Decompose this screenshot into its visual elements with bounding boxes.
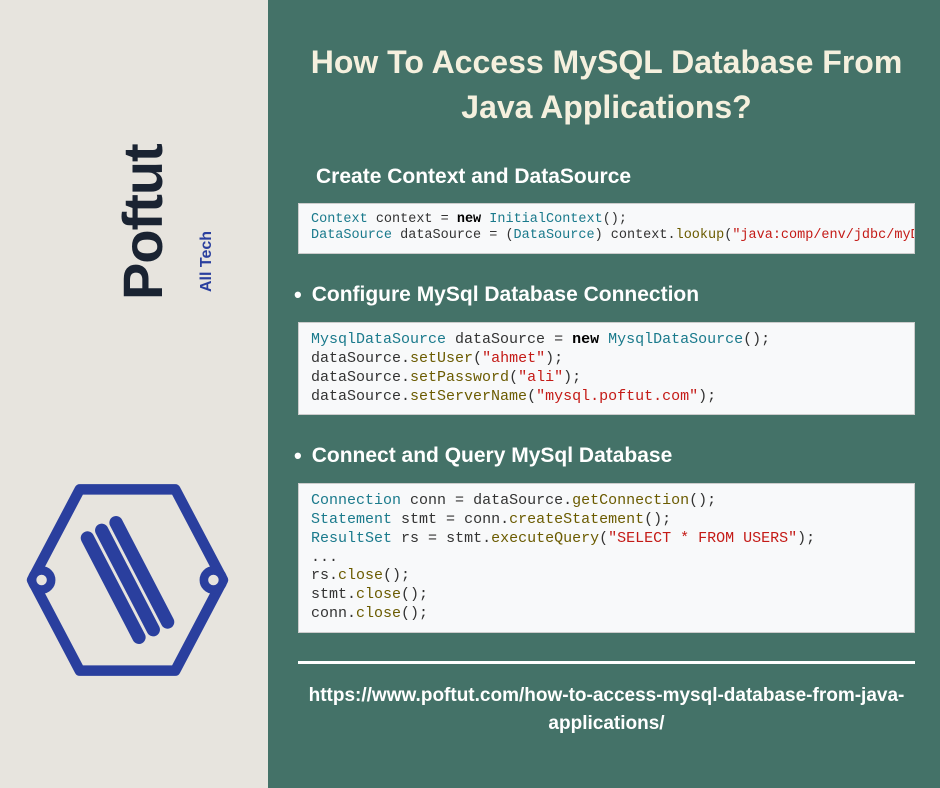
code-block: MysqlDataSource dataSource = new MysqlDa… bbox=[298, 322, 915, 415]
code-block: Context context = new InitialContext(); … bbox=[298, 203, 915, 255]
page-title: How To Access MySQL Database From Java A… bbox=[298, 40, 915, 130]
footer-divider bbox=[298, 661, 915, 664]
brand-tagline: All Tech bbox=[198, 231, 216, 292]
section-heading: Configure MySql Database Connection bbox=[298, 282, 915, 308]
section-heading: Connect and Query MySql Database bbox=[298, 443, 915, 469]
sidebar: Poftut All Tech bbox=[0, 0, 268, 788]
brand-name: Poftut bbox=[110, 144, 175, 300]
section-heading: Create Context and DataSource bbox=[316, 165, 915, 189]
footer-url: https://www.poftut.com/how-to-access-mys… bbox=[298, 682, 915, 739]
main-content: How To Access MySQL Database From Java A… bbox=[268, 0, 940, 788]
sections-container: Create Context and DataSource Context con… bbox=[298, 165, 915, 633]
code-block: Connection conn = dataSource.getConnecti… bbox=[298, 483, 915, 632]
hexagon-logo-icon bbox=[20, 475, 235, 685]
